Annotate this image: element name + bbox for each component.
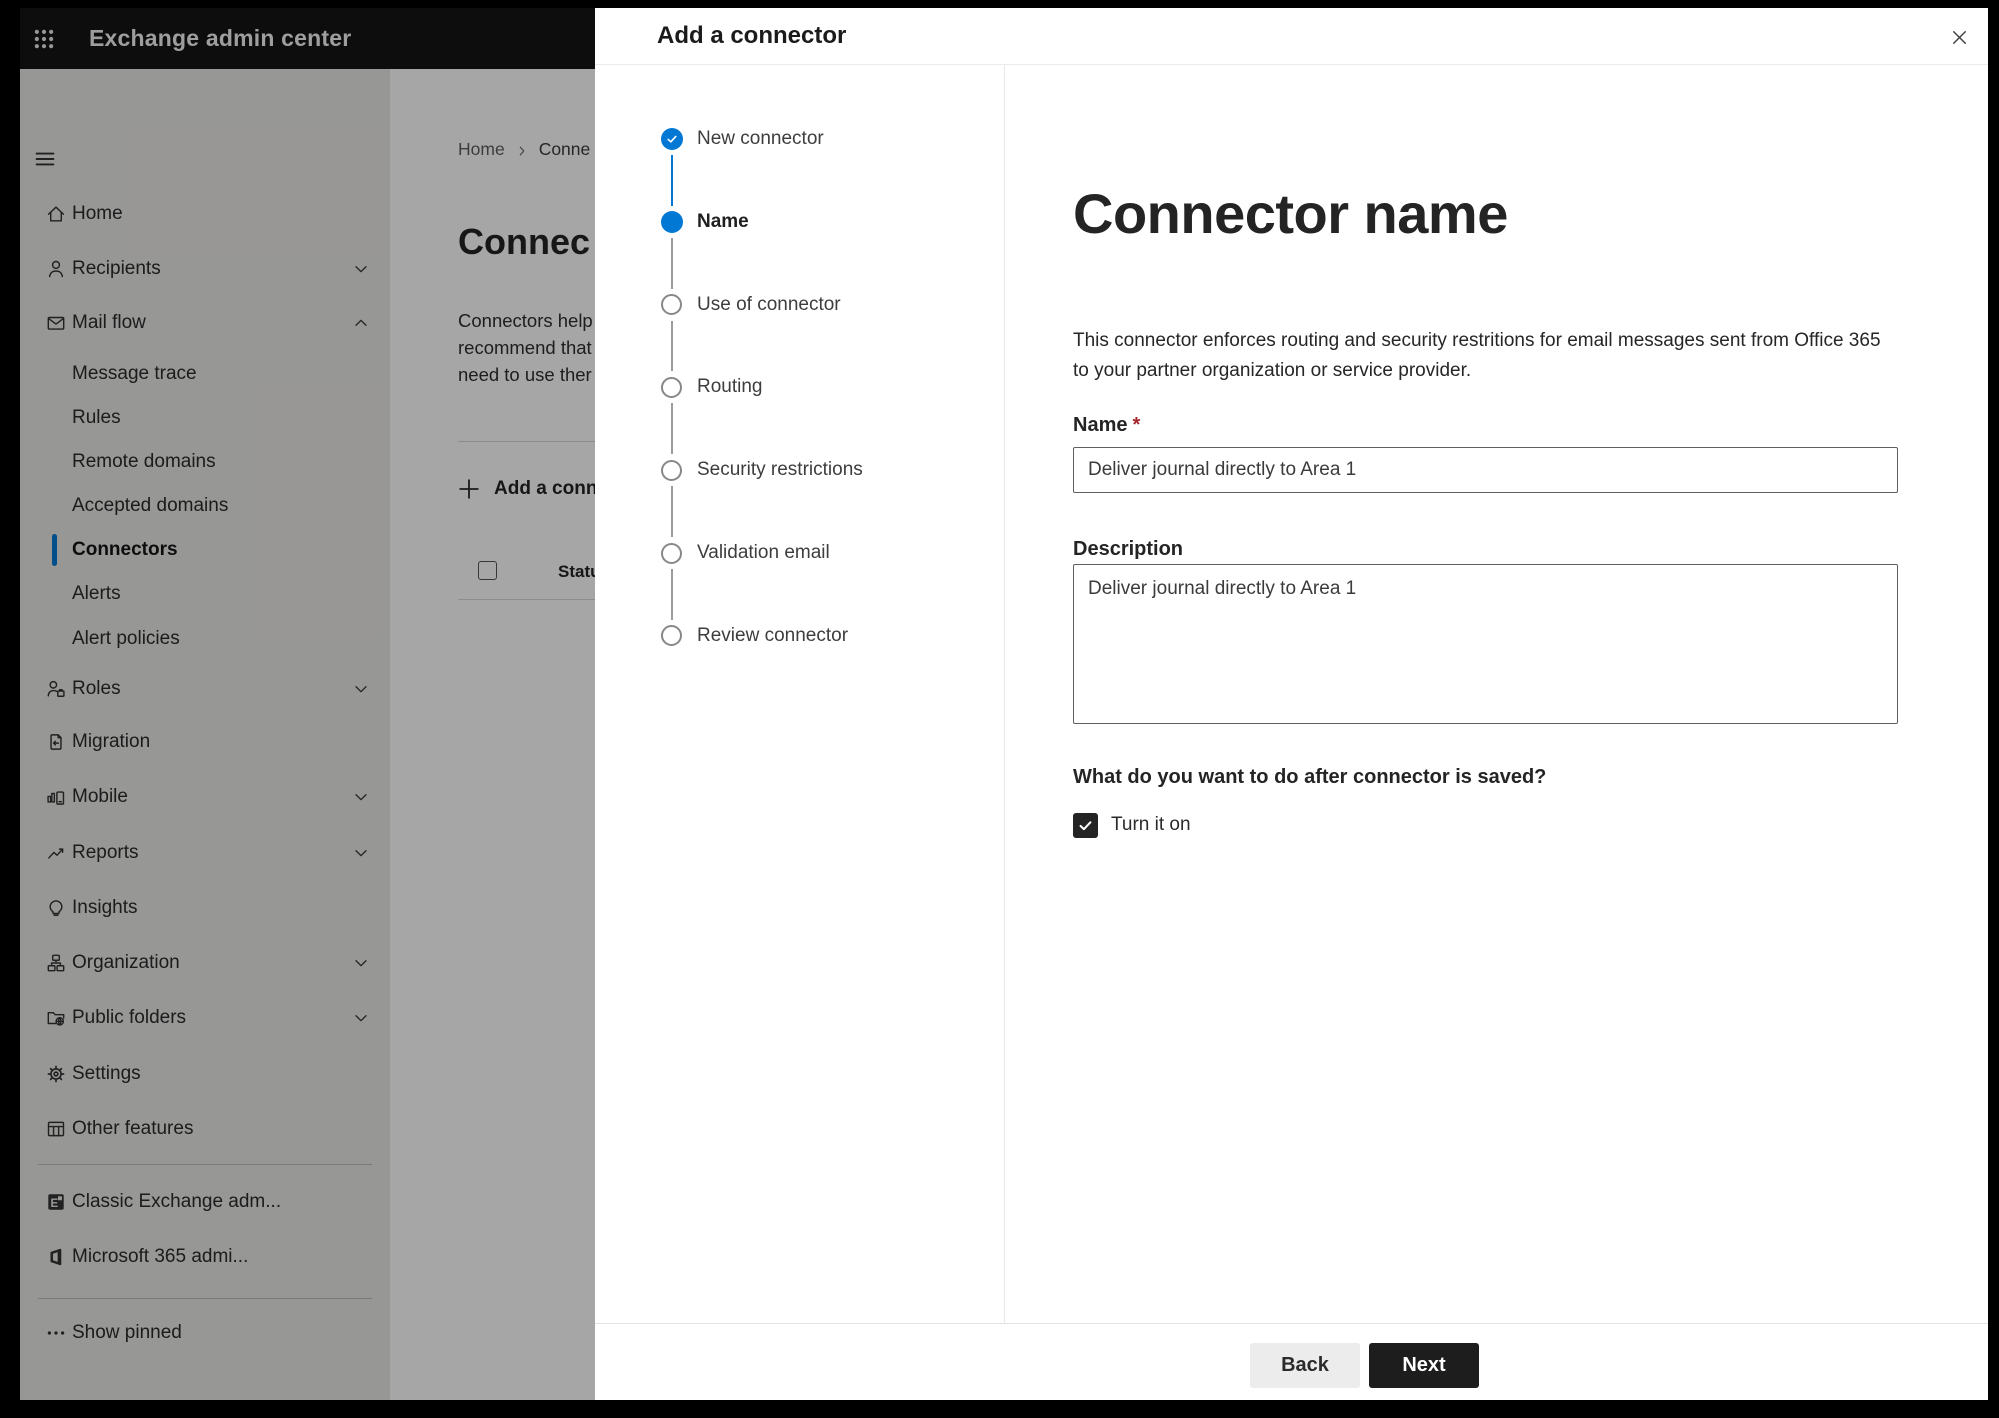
step-circle-icon <box>661 542 682 564</box>
turn-it-on-checkbox-row[interactable]: Turn it on <box>1073 812 1191 838</box>
step-circle-icon <box>661 210 683 233</box>
wizard-step-label: New connector <box>697 128 824 149</box>
step-circle-icon <box>661 459 682 481</box>
required-asterisk: * <box>1132 414 1141 436</box>
name-field-label: Name * <box>1073 414 1141 436</box>
dialog-header: Add a connector <box>595 8 1988 65</box>
step-completed-check-icon <box>661 128 683 150</box>
connector-description-text: This connector enforces routing and secu… <box>1073 330 1881 381</box>
wizard-connector-line <box>671 237 673 289</box>
description-field-label: Description <box>1073 538 1184 560</box>
after-save-question: What do you want to do after connector i… <box>1073 766 1547 788</box>
wizard-connector-line <box>671 320 673 372</box>
add-connector-dialog: Add a connector New connector Name Use of … <box>595 8 1988 1400</box>
wizard-step-new-connector[interactable]: New connector <box>595 124 995 154</box>
turn-it-on-checkbox[interactable] <box>1073 812 1098 838</box>
wizard-connector-line <box>671 486 673 537</box>
close-icon[interactable] <box>1941 19 1977 55</box>
wizard-step-review-connector[interactable]: Review connector <box>595 621 995 651</box>
wizard-connector-line <box>671 403 673 455</box>
wizard-step-validation-email[interactable]: Validation email <box>595 538 995 568</box>
connector-name-heading: Connector name <box>1073 182 1508 245</box>
description-textarea[interactable]: Deliver journal directly to Area 1 <box>1073 564 1898 724</box>
wizard-step-label: Security restrictions <box>697 459 863 481</box>
wizard-step-label: Use of connector <box>697 293 841 315</box>
wizard-connector-line <box>671 569 673 620</box>
wizard-step-routing[interactable]: Routing <box>595 372 995 402</box>
wizard-step-label: Review connector <box>697 624 849 646</box>
turn-it-on-label: Turn it on <box>1111 814 1191 835</box>
footer-divider <box>595 1323 1988 1324</box>
wizard-connector-line <box>671 155 673 206</box>
back-button[interactable]: Back <box>1250 1343 1360 1388</box>
step-circle-icon <box>661 376 682 398</box>
wizard-step-label: Validation email <box>697 542 830 563</box>
wizard-step-label: Routing <box>697 376 763 398</box>
step-circle-icon <box>661 294 682 316</box>
next-button[interactable]: Next <box>1369 1343 1479 1388</box>
name-input[interactable] <box>1073 447 1898 493</box>
app-window: Exchange admin center Home Recipients Mail… <box>20 8 1988 1400</box>
wizard-step-security-restrictions[interactable]: Security restrictions <box>595 455 995 485</box>
step-circle-icon <box>661 625 682 647</box>
wizard-step-name[interactable]: Name <box>595 207 995 237</box>
wizard-step-use-of-connector[interactable]: Use of connector <box>595 290 995 320</box>
dialog-title: Add a connector <box>657 22 847 49</box>
wizard-divider <box>1004 65 1005 1323</box>
wizard-step-label: Name <box>697 210 749 232</box>
